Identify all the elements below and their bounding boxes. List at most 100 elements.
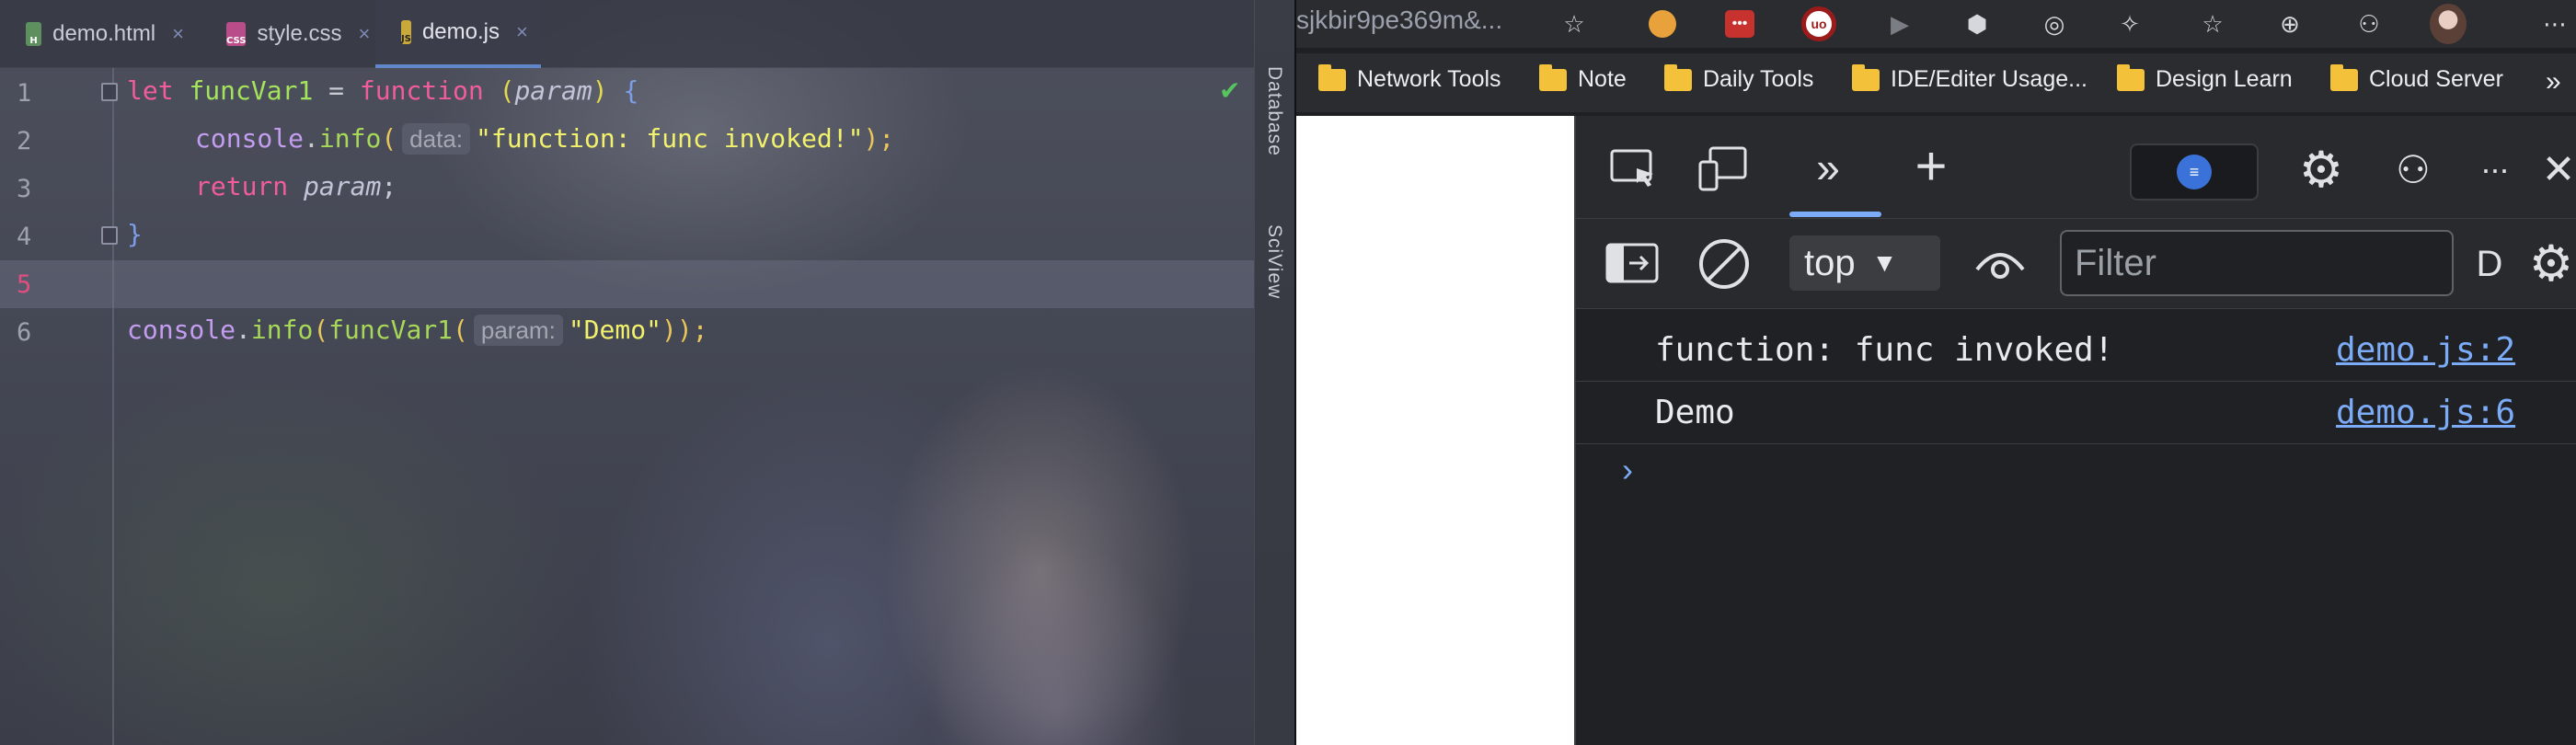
sidebar-toggle-icon[interactable] bbox=[1604, 237, 1661, 289]
operator: = bbox=[313, 75, 360, 106]
default-levels-dropdown[interactable]: D bbox=[2476, 237, 2503, 291]
bookmark-label: Network Tools bbox=[1357, 66, 1501, 92]
console-settings-icon[interactable]: ⚙ bbox=[2524, 235, 2576, 292]
bookmark-note[interactable]: Note bbox=[1539, 63, 1627, 93]
bookmark-cloud-server[interactable]: Cloud Server bbox=[2330, 63, 2503, 93]
console-source-link[interactable]: demo.js:6 bbox=[2336, 394, 2515, 431]
more-options-icon[interactable]: ··· bbox=[2467, 142, 2522, 197]
cube-icon[interactable]: ⬢ bbox=[1959, 6, 1995, 42]
tab-style-css[interactable]: CSS style.css × bbox=[201, 0, 375, 68]
code-line-4[interactable]: } bbox=[127, 219, 143, 249]
browser-window: sjkbir9pe369m&... ☆ ••• uo ▶ ⬢ ◎ ✧ ☆ ⊕ ⚇… bbox=[1294, 0, 2576, 745]
more-tabs-icon[interactable]: » bbox=[1800, 140, 1856, 195]
folder-icon bbox=[1664, 63, 1692, 91]
dot: . bbox=[236, 315, 251, 345]
more-options-icon[interactable]: ⋯ bbox=[2536, 6, 2573, 42]
bookmark-label: Design Learn bbox=[2156, 66, 2293, 92]
feedback-button[interactable]: ≡ bbox=[2130, 143, 2259, 201]
folder-icon bbox=[2330, 63, 2358, 91]
keyword: let bbox=[127, 75, 174, 106]
parameter: param bbox=[514, 75, 592, 106]
close-icon[interactable]: ✕ bbox=[2540, 143, 2576, 195]
ublock-icon[interactable]: uo bbox=[1800, 6, 1837, 42]
star-add-icon[interactable]: ☆ bbox=[1556, 6, 1593, 42]
console-message-text: function: func invoked! bbox=[1655, 331, 2114, 369]
code-line-3[interactable]: return param; bbox=[195, 171, 397, 201]
address-bar-text[interactable]: sjkbir9pe369m&... bbox=[1296, 6, 1502, 35]
customize-icon[interactable]: ⚇ bbox=[2386, 142, 2441, 197]
console-toolbar: top ▼ Filter D ⚙ bbox=[1576, 219, 2576, 309]
play-icon[interactable]: ▶ bbox=[1881, 6, 1918, 42]
check-icon[interactable]: ✔ bbox=[1219, 75, 1240, 106]
line-number: 3 bbox=[17, 175, 32, 203]
line-number: 2 bbox=[17, 127, 32, 155]
tab-demo-html[interactable]: H demo.html × bbox=[0, 0, 201, 68]
code-line-1[interactable]: let funcVar1 = function (param) { bbox=[127, 75, 638, 106]
line-number: 4 bbox=[17, 223, 32, 251]
paren: ) bbox=[592, 75, 624, 106]
close-icon[interactable]: × bbox=[172, 22, 184, 46]
console-message: function: func invoked! demo.js:2 bbox=[1576, 320, 2576, 382]
folder-icon bbox=[1539, 63, 1567, 91]
bookmark-label: IDE/Editer Usage... bbox=[1891, 66, 2087, 92]
avatar[interactable] bbox=[2430, 4, 2467, 44]
active-tab-indicator bbox=[1789, 212, 1881, 217]
devtools-tab-bar: » + ≡ ⚙ ⚇ ··· ✕ bbox=[1576, 116, 2576, 219]
console-source-link[interactable]: demo.js:2 bbox=[2336, 331, 2515, 369]
bookmark-label: Daily Tools bbox=[1703, 66, 1814, 92]
keyword: function bbox=[359, 75, 484, 106]
punctuation: )); bbox=[661, 315, 708, 345]
brace: { bbox=[623, 75, 639, 106]
glasses-icon[interactable]: ◎ bbox=[2036, 6, 2073, 42]
parameter-hint: data: bbox=[402, 123, 470, 155]
fold-marker-icon[interactable] bbox=[101, 226, 118, 245]
chevron-down-icon: ▼ bbox=[1871, 248, 1898, 277]
bookmarks-overflow-button[interactable]: » bbox=[2546, 66, 2561, 97]
extension-dots-icon[interactable]: ••• bbox=[1721, 6, 1758, 42]
settings-icon[interactable]: ⚙ bbox=[2294, 142, 2349, 198]
tab-label: demo.js bbox=[421, 19, 500, 44]
paren: ( bbox=[483, 75, 515, 106]
code-line-6[interactable]: console.info(funcVar1(param: "Demo")); bbox=[127, 315, 708, 346]
js-file-icon: JS bbox=[401, 20, 411, 44]
tab-demo-js[interactable]: JS demo.js × bbox=[375, 0, 541, 68]
bookmark-daily-tools[interactable]: Daily Tools bbox=[1664, 63, 1814, 93]
code-line-2[interactable]: console.info(data: "function: func invoke… bbox=[195, 123, 894, 155]
live-expression-icon[interactable] bbox=[1972, 237, 2029, 291]
filter-placeholder: Filter bbox=[2075, 242, 2156, 283]
add-tab-icon[interactable]: + bbox=[1903, 135, 1959, 197]
bookmarks-bar: Network Tools Note Daily Tools IDE/Edite… bbox=[1296, 53, 2576, 112]
editor-tab-bar: H demo.html × CSS style.css × JS demo.js… bbox=[0, 0, 1254, 68]
context-label: top bbox=[1804, 242, 1856, 283]
folder-icon bbox=[1318, 63, 1346, 91]
filter-input[interactable]: Filter bbox=[2060, 230, 2454, 296]
close-icon[interactable]: × bbox=[516, 20, 528, 44]
bookmark-ide-editer-usage[interactable]: IDE/Editer Usage... bbox=[1852, 63, 2087, 93]
context-selector[interactable]: top ▼ bbox=[1789, 235, 1940, 291]
favorites-icon[interactable]: ☆ bbox=[2194, 6, 2231, 42]
device-toolbar-icon[interactable] bbox=[1696, 143, 1751, 195]
parameter-hint: param: bbox=[473, 315, 563, 346]
console-prompt-icon[interactable]: › bbox=[1622, 451, 1633, 489]
method: info bbox=[250, 315, 314, 345]
bookmark-label: Note bbox=[1578, 66, 1627, 92]
punctuation: ; bbox=[381, 171, 397, 201]
sciview-panel-button[interactable]: SciView bbox=[1263, 224, 1285, 299]
bookmark-network-tools[interactable]: Network Tools bbox=[1318, 63, 1501, 93]
database-panel-button[interactable]: Database bbox=[1263, 66, 1285, 156]
page-viewport[interactable] bbox=[1296, 116, 1574, 745]
fold-marker-icon[interactable] bbox=[101, 83, 118, 101]
inspect-icon[interactable] bbox=[1607, 143, 1662, 195]
extension-bird-icon[interactable] bbox=[1644, 6, 1681, 42]
profile-sync-icon[interactable]: ⚇ bbox=[2351, 6, 2387, 42]
bookmark-design-learn[interactable]: Design Learn bbox=[2117, 63, 2293, 93]
line-number-gutter: 1 2 3 4 5 6 bbox=[0, 68, 118, 745]
identifier: funcVar1 bbox=[328, 315, 454, 345]
css-file-icon: CSS bbox=[226, 22, 247, 46]
clear-console-icon[interactable] bbox=[1696, 235, 1753, 292]
tab-label: style.css bbox=[257, 21, 342, 46]
puzzle-icon[interactable]: ✧ bbox=[2111, 6, 2148, 42]
browser-toolbar: sjkbir9pe369m&... ☆ ••• uo ▶ ⬢ ◎ ✧ ☆ ⊕ ⚇… bbox=[1296, 0, 2576, 48]
collections-icon[interactable]: ⊕ bbox=[2271, 6, 2308, 42]
close-icon[interactable]: × bbox=[359, 22, 371, 46]
